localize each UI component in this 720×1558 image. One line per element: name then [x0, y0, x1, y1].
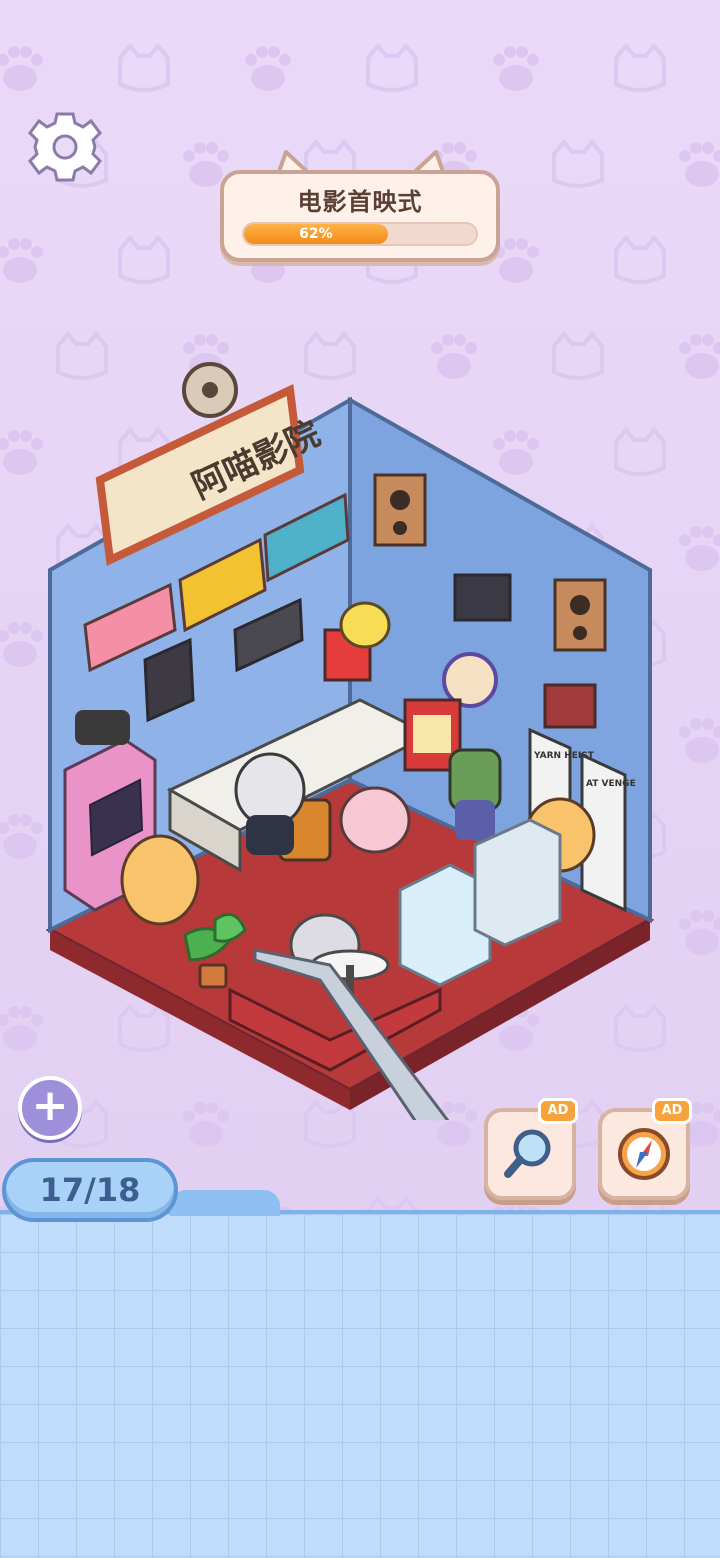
settings-button[interactable] [26, 108, 104, 186]
progress-bar: 62% [242, 222, 478, 246]
item-tray [0, 1210, 720, 1558]
found-counter: 17/18 [2, 1158, 178, 1222]
ad-badge: AD [538, 1098, 578, 1124]
magnifier-icon [504, 1129, 551, 1178]
level-title: 电影首映式 [297, 188, 423, 216]
gear-icon [28, 112, 102, 182]
paw-icon [679, 142, 720, 187]
compass-hint-button[interactable]: AD [598, 1098, 692, 1200]
poster-at-venge: AT VENGE [586, 779, 636, 789]
compass-icon [618, 1128, 670, 1180]
cinema-room-scene: 阿喵影院 YARN HEIST AT VENGE [45, 362, 655, 1120]
add-button[interactable]: + [18, 1076, 82, 1140]
paw-icon [679, 526, 720, 571]
paw-icon [0, 46, 43, 91]
cat-face-icon [614, 44, 666, 92]
paw-icon [245, 46, 291, 91]
cat-face-icon [614, 236, 666, 284]
magnifier-hint-button[interactable]: AD [484, 1098, 578, 1200]
paw-icon [679, 718, 720, 763]
cat-face-icon [118, 44, 170, 92]
paw-icon [679, 910, 720, 955]
cat-face-icon [366, 44, 418, 92]
paw-icon [493, 46, 539, 91]
progress-label: 62% [299, 226, 333, 242]
ad-badge: AD [652, 1098, 692, 1124]
paw-icon [0, 238, 43, 283]
plus-icon: + [31, 1080, 69, 1131]
paw-icon [679, 334, 720, 379]
counter-tab [170, 1190, 280, 1216]
cat-face-icon [118, 236, 170, 284]
level-title-plaque: 电影首映式 62% [220, 148, 500, 262]
cat-face-icon [552, 140, 604, 188]
